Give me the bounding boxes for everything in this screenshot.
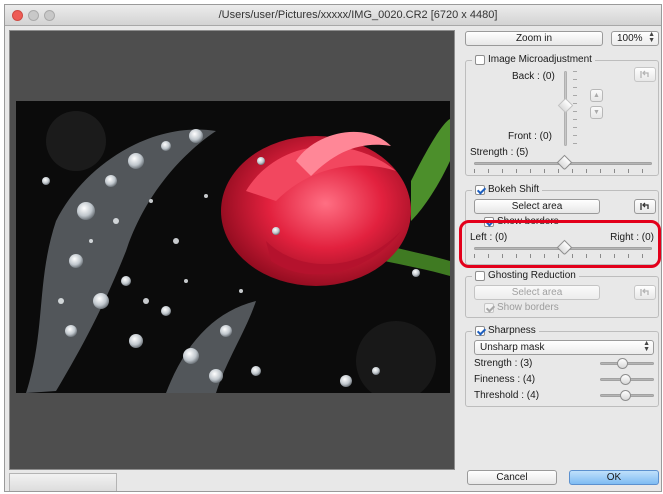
back-label: Back : (0) — [512, 71, 555, 82]
bokeh-shift-label: Bokeh Shift — [488, 184, 540, 195]
sharpness-label: Sharpness — [488, 325, 536, 336]
select-arrows-icon: ▲ ▼ — [643, 340, 650, 353]
dpp-window: /Users/user/Pictures/xxxxx/IMG_0020.CR2 … — [4, 4, 662, 492]
tool-panel: Zoom in 100% ▲ ▼ Image Microadjustment Ba… — [459, 30, 661, 490]
strength-ticks — [474, 169, 652, 173]
sharpness-fineness-label: Fineness : (4) — [474, 374, 536, 385]
reset-arrow-icon — [640, 70, 649, 78]
bokeh-shift-checkbox[interactable] — [475, 184, 485, 195]
sharpness-checkbox[interactable] — [475, 325, 485, 336]
ghosting-reduction-group: Ghosting Reduction Select area Show bord… — [465, 270, 659, 318]
ghosting-reduction-label: Ghosting Reduction — [488, 270, 576, 281]
bokeh-select-area-button[interactable]: Select area — [474, 199, 600, 214]
strength-label: Strength : (5) — [470, 147, 529, 158]
zoom-in-button[interactable]: Zoom in — [465, 31, 603, 46]
bokeh-reset-button[interactable] — [634, 199, 656, 214]
highlight-callout — [459, 220, 661, 268]
minimize-window-icon[interactable] — [28, 10, 39, 21]
arrow-up-icon[interactable]: ▲ — [590, 89, 603, 102]
microadjustment-group: Image Microadjustment Back : (0) ▲ ▼ Fro… — [465, 54, 659, 176]
sharpness-mode-value: Unsharp mask — [480, 342, 545, 353]
arrow-down-icon[interactable]: ▼ — [590, 106, 603, 119]
front-label: Front : (0) — [508, 131, 552, 142]
cancel-button[interactable]: Cancel — [467, 470, 557, 485]
sharpness-strength-knob[interactable] — [617, 358, 628, 369]
close-window-icon[interactable] — [12, 10, 23, 21]
ok-button[interactable]: OK — [569, 470, 659, 485]
window-title: /Users/user/Pictures/xxxxx/IMG_0020.CR2 … — [218, 9, 498, 21]
microadjustment-strength-knob[interactable] — [556, 154, 573, 171]
microadjustment-label: Image Microadjustment — [488, 54, 592, 65]
ghosting-reduction-checkbox[interactable] — [475, 270, 485, 281]
reset-arrow-icon — [640, 288, 649, 296]
sharpness-mode-select[interactable]: Unsharp mask ▲ ▼ — [474, 340, 654, 355]
microadjustment-checkbox[interactable] — [475, 54, 485, 65]
zoom-window-icon[interactable] — [44, 10, 55, 21]
title-bar: /Users/user/Pictures/xxxxx/IMG_0020.CR2 … — [5, 5, 661, 26]
sharpness-threshold-knob[interactable] — [620, 390, 631, 401]
image-viewer[interactable] — [9, 30, 455, 470]
microadjustment-vertical-knob[interactable] — [557, 97, 574, 114]
ghosting-show-borders-label: Show borders — [497, 302, 559, 313]
ghosting-show-borders[interactable]: Show borders — [484, 302, 559, 313]
select-arrows-icon: ▲ ▼ — [648, 31, 655, 44]
zoom-value: 100% — [617, 33, 643, 44]
reset-arrow-icon — [640, 202, 649, 210]
sharpness-strength-label: Strength : (3) — [474, 358, 533, 369]
zoom-select[interactable]: 100% ▲ ▼ — [611, 31, 659, 46]
microadjustment-reset-button[interactable] — [634, 67, 656, 82]
sharpness-fineness-knob[interactable] — [620, 374, 631, 385]
vertical-slider-ticks — [573, 71, 577, 146]
ghosting-show-borders-checkbox[interactable] — [484, 302, 494, 313]
ghosting-reset-button[interactable] — [634, 285, 656, 300]
sharpness-group: Sharpness Unsharp mask ▲ ▼ Strength : (3)… — [465, 325, 659, 407]
bottom-tab[interactable] — [9, 473, 117, 491]
ghosting-select-area-button[interactable]: Select area — [474, 285, 600, 300]
sharpness-threshold-label: Threshold : (4) — [474, 390, 540, 401]
preview-image — [16, 101, 450, 393]
